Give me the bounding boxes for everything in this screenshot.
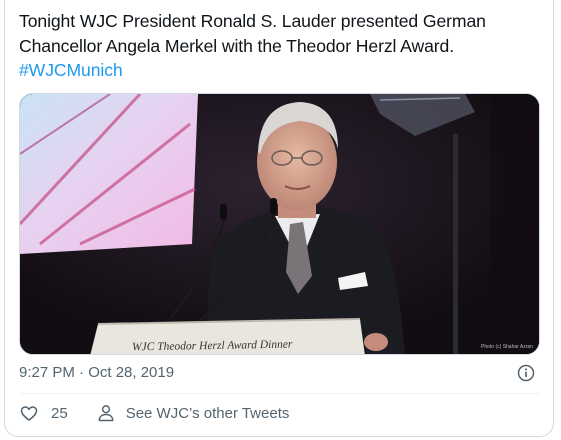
photo-credit: Photo (c) Shahar Azran: [481, 344, 533, 350]
hashtag-link[interactable]: #WJCMunich: [19, 58, 539, 83]
tweet-photo[interactable]: WJC Theodor Herzl Award Dinner Photo (c)…: [19, 93, 540, 355]
person-icon: [98, 405, 114, 422]
like-count: 25: [51, 404, 68, 422]
tweet-meta: 9:27 PM · Oct 28, 2019: [19, 361, 540, 385]
tweet-actions: 25 See WJC’s other Tweets: [19, 400, 289, 426]
heart-icon: [20, 406, 38, 421]
info-icon[interactable]: [516, 363, 536, 383]
like-button[interactable]: 25: [19, 403, 68, 423]
tweet-text: Tonight WJC President Ronald S. Lauder p…: [19, 9, 539, 83]
see-other-tweets-button[interactable]: See WJC’s other Tweets: [96, 403, 290, 423]
tweet-text-line-1: Tonight WJC President Ronald S. Lauder p…: [19, 11, 486, 31]
tweet-timestamp[interactable]: 9:27 PM · Oct 28, 2019: [19, 364, 174, 381]
see-other-tweets-label: See WJC’s other Tweets: [125, 404, 290, 422]
tweet-text-line-2: Chancellor Angela Merkel with the Theodo…: [19, 35, 455, 56]
divider: [19, 393, 540, 394]
photo-illustration: [20, 94, 539, 354]
